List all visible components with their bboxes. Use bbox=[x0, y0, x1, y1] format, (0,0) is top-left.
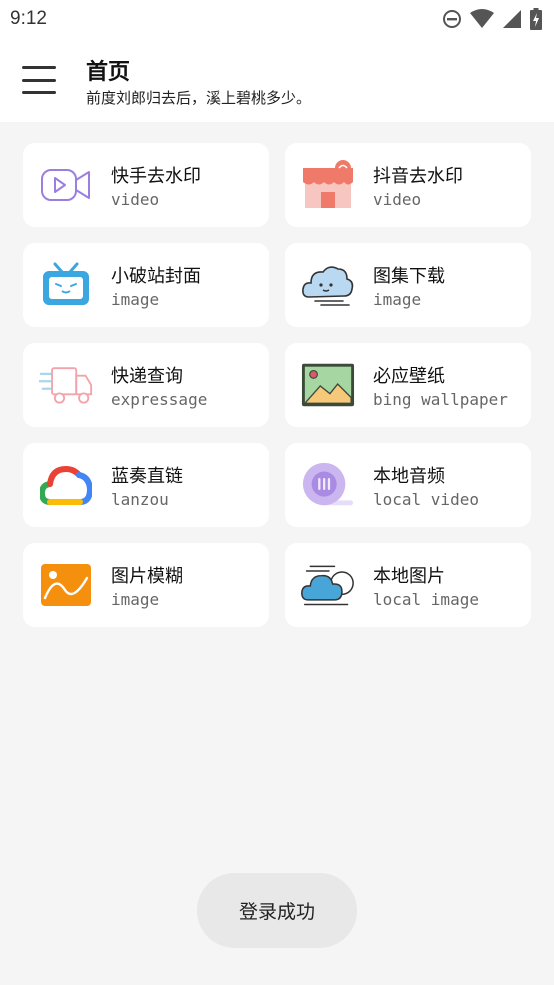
card-subtitle: expressage bbox=[111, 390, 208, 409]
status-bar: 9:12 bbox=[0, 0, 554, 38]
card-subtitle: local video bbox=[373, 490, 479, 509]
video-camera-icon bbox=[39, 161, 93, 209]
status-icons bbox=[442, 8, 542, 30]
card-image-blur[interactable]: 图片模糊 image bbox=[23, 543, 269, 627]
card-subtitle: bing wallpaper bbox=[373, 390, 508, 409]
delivery-truck-icon bbox=[39, 361, 93, 409]
storefront-icon bbox=[301, 160, 355, 209]
cloud-weather-icon bbox=[301, 561, 355, 609]
card-subtitle: local image bbox=[373, 590, 479, 609]
card-title: 抖音去水印 bbox=[373, 166, 463, 187]
card-gallery-download[interactable]: 图集下载 image bbox=[285, 243, 531, 327]
battery-charging-icon bbox=[530, 8, 542, 30]
card-kuaishou-watermark[interactable]: 快手去水印 video bbox=[23, 143, 269, 227]
card-title: 蓝奏直链 bbox=[111, 466, 183, 487]
page-subtitle: 前度刘郎归去后，溪上碧桃多少。 bbox=[86, 89, 312, 107]
card-subtitle: image bbox=[373, 290, 422, 309]
card-title: 本地音频 bbox=[373, 466, 445, 487]
card-bing-wallpaper[interactable]: 必应壁纸 bing wallpaper bbox=[285, 343, 531, 427]
cloud-face-icon bbox=[301, 261, 355, 309]
page-title: 首页 bbox=[86, 60, 131, 85]
card-local-image[interactable]: 本地图片 local image bbox=[285, 543, 531, 627]
card-title: 快递查询 bbox=[111, 366, 183, 387]
card-subtitle: video bbox=[373, 190, 422, 209]
wifi-icon bbox=[470, 9, 494, 28]
image-wave-icon bbox=[39, 561, 93, 609]
card-express-query[interactable]: 快递查询 expressage bbox=[23, 343, 269, 427]
card-local-audio[interactable]: 本地音频 local video bbox=[285, 443, 531, 527]
card-subtitle: video bbox=[111, 190, 160, 209]
card-title: 图片模糊 bbox=[111, 566, 183, 587]
feature-grid: 快手去水印 video 抖音去水印 video 小破站封面 image 图集下载… bbox=[23, 143, 531, 627]
card-title: 图集下载 bbox=[373, 266, 445, 287]
card-title: 本地图片 bbox=[373, 566, 445, 587]
card-subtitle: image bbox=[111, 290, 160, 309]
status-time: 9:12 bbox=[10, 8, 47, 29]
card-subtitle: lanzou bbox=[111, 490, 169, 509]
landscape-picture-icon bbox=[301, 361, 355, 409]
hamburger-menu-icon[interactable] bbox=[22, 66, 56, 94]
card-douyin-watermark[interactable]: 抖音去水印 video bbox=[285, 143, 531, 227]
card-title: 必应壁纸 bbox=[373, 366, 445, 387]
toast-message: 登录成功 bbox=[197, 873, 357, 948]
card-title: 快手去水印 bbox=[111, 166, 201, 187]
signal-icon bbox=[503, 10, 521, 28]
audio-disc-icon bbox=[301, 461, 355, 509]
card-lanzou-link[interactable]: 蓝奏直链 lanzou bbox=[23, 443, 269, 527]
card-subtitle: image bbox=[111, 590, 160, 609]
google-cloud-icon bbox=[39, 461, 93, 509]
do-not-disturb-icon bbox=[443, 10, 461, 28]
bilibili-tv-icon bbox=[39, 261, 93, 309]
card-title: 小破站封面 bbox=[111, 266, 201, 287]
app-bar: 首页 前度刘郎归去后，溪上碧桃多少。 bbox=[0, 38, 554, 122]
card-bilibili-cover[interactable]: 小破站封面 image bbox=[23, 243, 269, 327]
